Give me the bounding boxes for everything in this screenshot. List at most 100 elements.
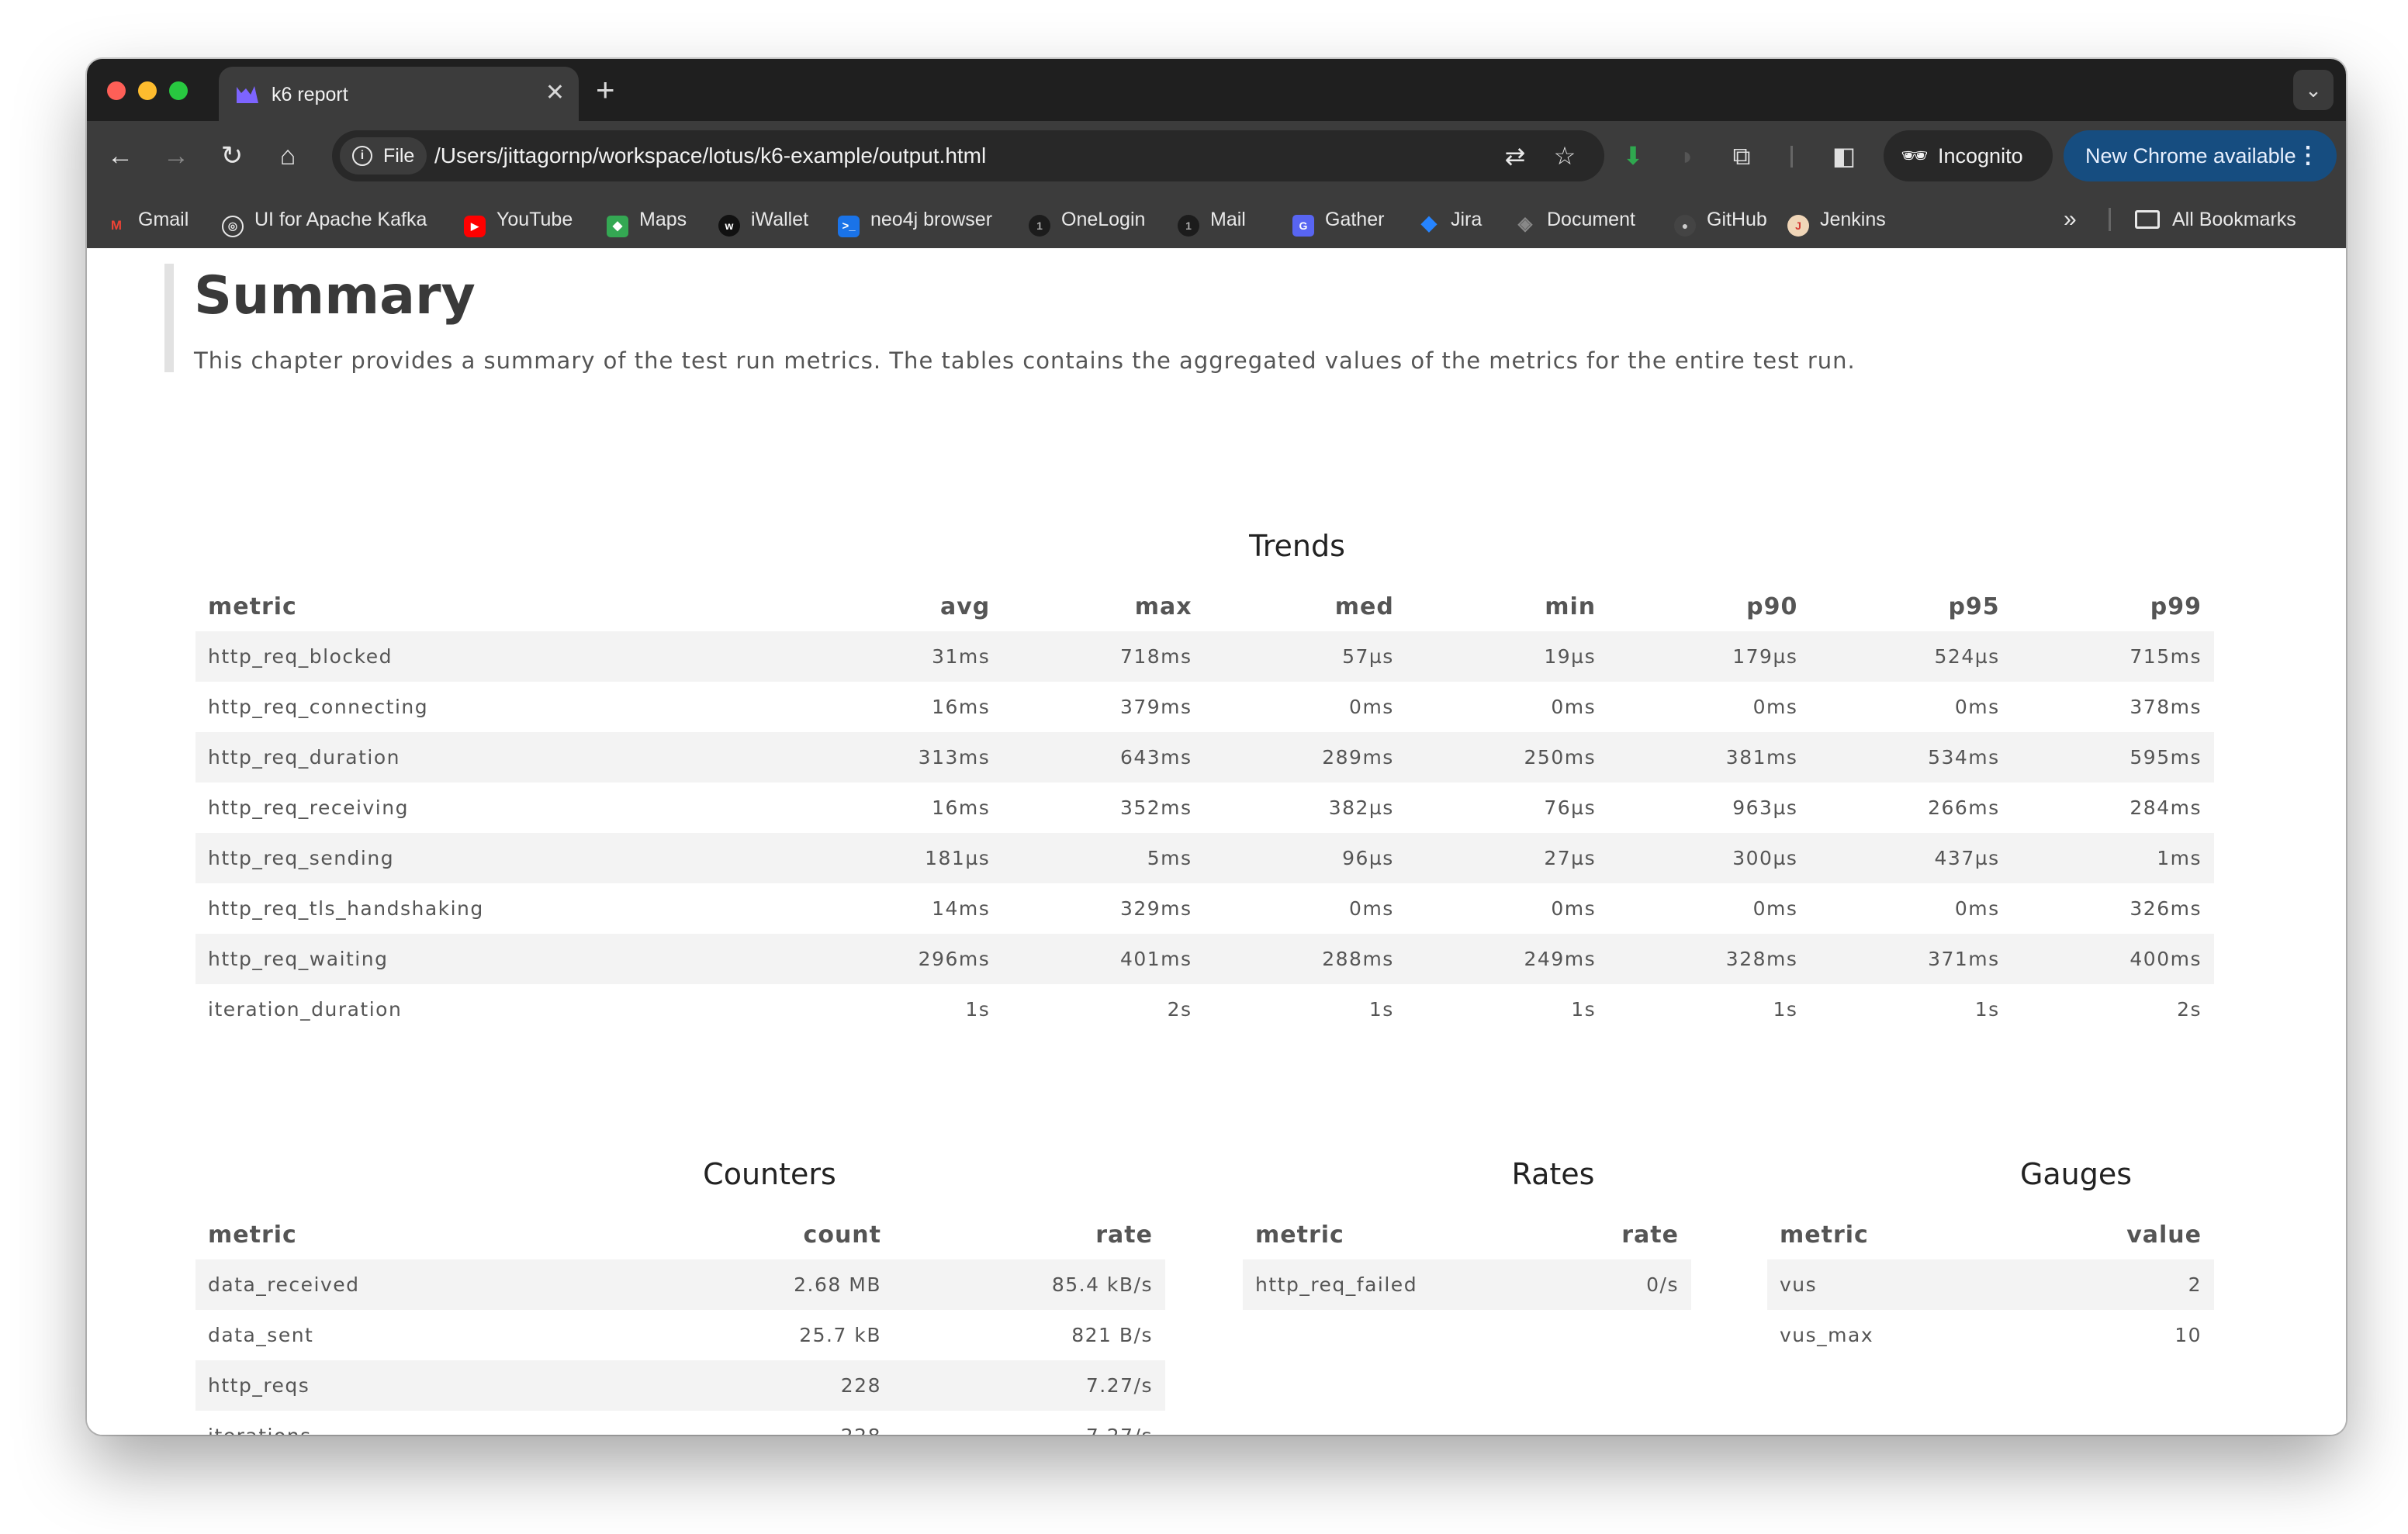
back-arrow-icon[interactable]: ← (104, 140, 137, 172)
bookmark-maps[interactable]: ◆ Maps (607, 205, 687, 237)
home-icon[interactable]: ⌂ (272, 140, 304, 172)
kebab-menu-icon[interactable]: ⋮ (2296, 130, 2320, 181)
metric-value-cell: 1s (1571, 998, 1597, 1021)
metric-value-cell: 27µs (1406, 833, 1609, 883)
metric-value-cell: 1ms (2012, 833, 2214, 883)
metric-value-cell: 2 (2031, 1259, 2214, 1310)
github-icon: ● (1674, 215, 1696, 237)
side-panel-icon[interactable]: ◧ (1828, 140, 1860, 172)
page-title: Summary (194, 265, 476, 326)
bookmark-label: Maps (639, 209, 687, 230)
zoom-window-button[interactable] (169, 81, 188, 100)
metric-value-cell: 1s (1368, 998, 1394, 1021)
bookmarks-bar: M Gmail ◎ UI for Apache Kafka ▶ YouTube ◆ Ma… (87, 191, 2346, 248)
metric-value-cell: 0ms (1954, 696, 2000, 718)
bookmark-github[interactable]: ● GitHub (1674, 205, 1767, 237)
metric-value-cell: 534ms (1810, 732, 2012, 783)
metric-name-cell: data_sent (208, 1324, 314, 1346)
table-row: http_req_receiving 16ms 352ms 382µs 76µs 963µ… (195, 783, 2214, 833)
translate-icon[interactable]: ⇄ (1500, 141, 1530, 171)
bookmark-mail[interactable]: 1 Mail (1178, 205, 1246, 237)
metric-value-cell: 296ms (801, 934, 1003, 984)
column-header-count: count (803, 1221, 881, 1249)
gauges-title: Gauges (2019, 1157, 2133, 1191)
folder-icon (2135, 210, 2160, 229)
bookmark-ui-for-apache-kafka[interactable]: ◎ UI for Apache Kafka (222, 205, 427, 237)
bookmark-star-icon[interactable]: ☆ (1550, 141, 1579, 171)
metric-value-cell: 0ms (1349, 897, 1394, 920)
column-header-p99: p99 (2150, 593, 2202, 620)
all-bookmarks-button[interactable]: All Bookmarks (2135, 205, 2296, 234)
new-tab-button[interactable]: + (596, 71, 615, 109)
extension-icon[interactable]: ◗ (1671, 140, 1704, 172)
update-chrome-button[interactable]: New Chrome available ⋮ (2064, 130, 2337, 181)
table-row: vus 2 (1767, 1259, 2214, 1310)
metric-value-cell: 300µs (1608, 833, 1811, 883)
metric-value-cell: 249ms (1406, 934, 1609, 984)
site-info-chip[interactable]: i File (340, 137, 427, 174)
k6-favicon-icon (237, 86, 258, 103)
metric-value-cell: 289ms (1204, 732, 1406, 783)
metric-value-cell: 179µs (1608, 631, 1811, 682)
metric-value-cell: 0ms (1752, 897, 1798, 920)
metric-name-cell: http_req_connecting (208, 696, 429, 718)
bookmark-label: Gmail (138, 209, 189, 230)
metric-name-cell: http_req_receiving (208, 796, 409, 819)
document-icon: ◈ (1517, 213, 1533, 234)
metric-value-cell: 329ms (1119, 897, 1192, 920)
metric-value-cell: 382µs (1328, 796, 1394, 819)
reload-icon[interactable]: ↻ (216, 140, 248, 172)
download-arrow-icon[interactable]: ⬇ (1617, 140, 1649, 172)
incognito-badge[interactable]: 🕶 Incognito (1884, 130, 2053, 181)
bookmark-jira[interactable]: ◆ Jira (1418, 205, 1482, 234)
metric-value-cell: 328ms (1608, 934, 1811, 984)
close-window-button[interactable] (107, 81, 126, 100)
metric-name-cell: iterations (195, 1411, 661, 1435)
tab-search-chevron-icon[interactable]: ⌄ (2293, 70, 2334, 110)
bookmark-gmail[interactable]: M Gmail (106, 205, 189, 234)
table-row: http_req_failed 0/s (1243, 1259, 1691, 1310)
rates-table: metric rate http_req_failed 0/s (1243, 1210, 1691, 1310)
column-header-min: min (1545, 593, 1597, 620)
bookmarks-overflow-icon[interactable]: » (2064, 205, 2077, 234)
metric-value-cell: 963µs (1732, 796, 1798, 819)
forward-arrow-icon[interactable]: → (160, 140, 192, 172)
bookmark-youtube[interactable]: ▶ YouTube (464, 205, 573, 237)
tab-k6-report[interactable]: k6 report ✕ (219, 67, 579, 121)
bookmark-label: YouTube (496, 209, 573, 230)
url-text[interactable]: /Users/jittagornp/workspace/lotus/k6-exa… (434, 143, 986, 168)
metric-value-cell: 14ms (932, 897, 991, 920)
metric-value-cell: 595ms (2012, 732, 2214, 783)
metric-value-cell: 524µs (1810, 631, 2012, 682)
metric-value-cell: 250ms (1406, 732, 1609, 783)
metric-value-cell: 266ms (1928, 796, 2000, 819)
toolbar-divider (1790, 146, 1793, 168)
bookmark-onelogin[interactable]: 1 OneLogin (1029, 205, 1145, 237)
bookmark-neo4j-browser[interactable]: >_ neo4j browser (838, 205, 992, 237)
column-header-metric: metric (1255, 1221, 1344, 1249)
metric-value-cell: 821 B/s (1071, 1324, 1153, 1346)
table-header-row: metric value (1767, 1210, 2214, 1259)
bookmark-document[interactable]: ◈ Document (1514, 205, 1635, 234)
table-row: data_sent 25.7 kB 821 B/s (195, 1310, 1165, 1360)
table-header-row: metric avg max med min p90 p95 p99 (195, 582, 2214, 631)
address-bar[interactable]: i File /Users/jittagornp/workspace/lotus… (332, 130, 1604, 181)
metric-value-cell: 76µs (1544, 796, 1597, 819)
youtube-icon: ▶ (464, 216, 486, 237)
column-header-value: value (2126, 1221, 2202, 1249)
bookmark-gather[interactable]: G Gather (1292, 205, 1384, 237)
gauges-table: metric value vus 2 vus_max 10 (1767, 1210, 2214, 1360)
metric-value-cell: 313ms (801, 732, 1003, 783)
bookmark-jenkins[interactable]: J Jenkins (1787, 205, 1886, 237)
jenkins-icon: J (1787, 215, 1809, 237)
metric-value-cell: 1s (1773, 998, 1798, 1021)
metric-value-cell: 715ms (2012, 631, 2214, 682)
column-header-max: max (1134, 593, 1192, 620)
bookmark-iwallet[interactable]: w iWallet (718, 205, 808, 237)
rates-title: Rates (1511, 1157, 1595, 1191)
tab-close-icon[interactable]: ✕ (545, 79, 565, 107)
metric-value-cell: 0ms (1752, 696, 1798, 718)
incognito-label: Incognito (1938, 144, 2023, 168)
minimize-window-button[interactable] (138, 81, 157, 100)
extensions-puzzle-icon[interactable]: ⧉ (1725, 140, 1758, 172)
